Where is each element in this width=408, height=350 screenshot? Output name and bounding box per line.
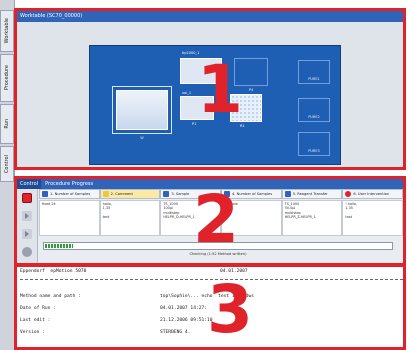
callout-number-two: 2 (193, 181, 239, 258)
step-icon (25, 213, 29, 219)
log-label: Date of Run : (20, 306, 56, 311)
tab-run-label: Run (4, 119, 10, 129)
control-tab[interactable]: Control (17, 179, 42, 189)
stop-icon (345, 191, 352, 197)
control-panel: Control Procedure Progress 1. Number of … (14, 176, 406, 266)
tab-control[interactable]: Control (0, 146, 14, 182)
worktable-title: Worktable (SC70_00000) (17, 11, 403, 22)
tab-worktable-label: Worktable (4, 18, 10, 44)
slot-pure1[interactable]: PURE1 (298, 60, 330, 84)
side-tab-bar: Worktable Procedure Run Control (0, 0, 15, 350)
step-forward-button[interactable] (22, 211, 32, 221)
step-icon (163, 191, 170, 197)
slot-pure2[interactable]: PURE2 (298, 98, 330, 122)
step-2[interactable]: 2. Comment (99, 189, 161, 199)
log-value: STERBENG 4. (160, 330, 191, 335)
pause-button[interactable] (22, 247, 32, 257)
stop-button[interactable] (22, 193, 32, 203)
play-icon (25, 231, 29, 237)
step-card: ! hallo, 1,35 text (342, 200, 403, 236)
log-label: Method name and path : (20, 294, 81, 299)
transfer-icon (284, 191, 291, 197)
step-label: 5. Reagent Transfer (292, 192, 328, 196)
log-label: Last edit : (20, 318, 51, 323)
step-1[interactable]: 1. Number of Samples (39, 189, 100, 199)
slot-w-label: W (140, 136, 144, 140)
step-icon (42, 191, 48, 197)
step-label: 6. User Intervention (353, 192, 390, 196)
comment-icon (102, 191, 109, 197)
step-label: 2. Comment (110, 192, 133, 196)
run-log-panel: Eppendorf epMotion 5070 04.01.2007 Metho… (14, 264, 406, 350)
step-label: 3. Sample (171, 192, 190, 196)
p1-label: P1 (192, 122, 197, 126)
slot-pure2-label: PURE2 (308, 115, 320, 119)
slot-pure3[interactable]: PURE3 (298, 132, 330, 156)
callout-number-one: 1 (197, 51, 243, 128)
tab-procedure[interactable]: Procedure (0, 54, 14, 102)
play-button[interactable] (22, 229, 32, 239)
log-value: 21.12.2006 09:51:10 (160, 318, 213, 323)
tab-run[interactable]: Run (0, 104, 14, 144)
run-progress-fill (45, 244, 73, 248)
slot-w[interactable]: W (112, 86, 172, 140)
log-value: 04.01.2007 14:27: (160, 306, 208, 311)
run-toolbar (17, 189, 38, 263)
tab-worktable[interactable]: Worktable (0, 10, 14, 52)
vol-rack-label: vol_1 (182, 91, 192, 95)
log-header-left: Eppendorf epMotion 5070 (20, 269, 87, 274)
step-card: TS_1000 50.0µl multistep HELPR_Z-HELPR_1 (281, 200, 343, 236)
log-label: Version : (20, 330, 45, 335)
step-card: fixed 24 (39, 200, 100, 236)
slot-pure1-label: PURE1 (308, 77, 320, 81)
callout-number-three: 3 (207, 271, 253, 348)
step-6[interactable]: 6. User Intervention (342, 189, 403, 199)
slot-pure3-label: PURE3 (308, 149, 320, 153)
worktable-panel: Worktable (SC70_00000) W tip1000_1 vol_1… (14, 8, 406, 170)
step-card: hallo, 1,35 text (99, 200, 161, 236)
tab-procedure-label: Procedure (4, 65, 10, 91)
tab-control-label: Control (4, 154, 10, 174)
procedure-progress-title: Procedure Progress (45, 181, 94, 187)
step-5[interactable]: 5. Reagent Transfer (281, 189, 343, 199)
step-label: 1. Number of Samples (50, 192, 91, 196)
